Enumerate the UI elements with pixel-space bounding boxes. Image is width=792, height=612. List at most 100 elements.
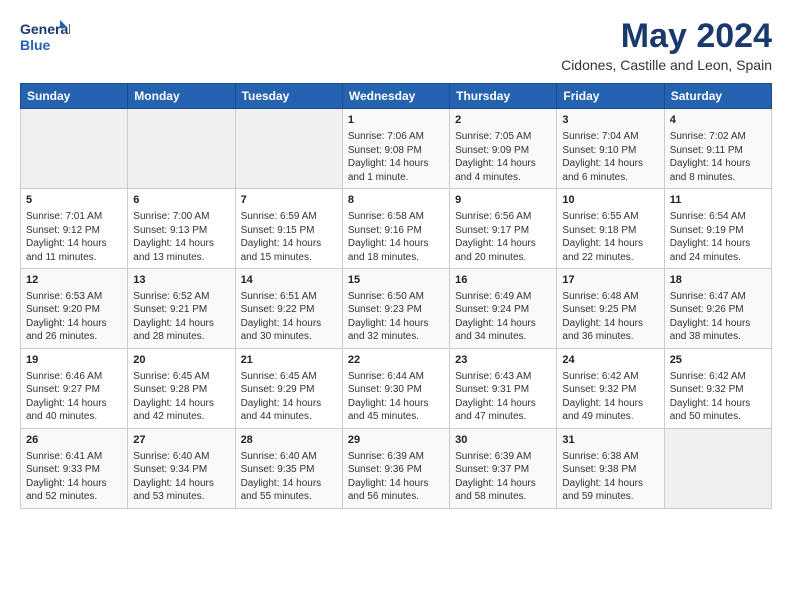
- day-cell: 13Sunrise: 6:52 AMSunset: 9:21 PMDayligh…: [128, 269, 235, 349]
- week-row-3: 12Sunrise: 6:53 AMSunset: 9:20 PMDayligh…: [21, 269, 772, 349]
- info-line: Sunrise: 7:01 AM: [26, 210, 122, 224]
- day-cell: 15Sunrise: 6:50 AMSunset: 9:23 PMDayligh…: [342, 269, 449, 349]
- day-number: 7: [241, 193, 337, 208]
- day-number: 27: [133, 433, 229, 448]
- info-line: Daylight: 14 hours and 55 minutes.: [241, 477, 337, 504]
- day-cell: 6Sunrise: 7:00 AMSunset: 9:13 PMDaylight…: [128, 189, 235, 269]
- day-info: Sunrise: 6:55 AMSunset: 9:18 PMDaylight:…: [562, 210, 658, 264]
- info-line: Daylight: 14 hours and 22 minutes.: [562, 237, 658, 264]
- day-info: Sunrise: 7:05 AMSunset: 9:09 PMDaylight:…: [455, 130, 551, 184]
- info-line: Sunset: 9:09 PM: [455, 144, 551, 158]
- day-cell: 11Sunrise: 6:54 AMSunset: 9:19 PMDayligh…: [664, 189, 771, 269]
- day-number: 14: [241, 273, 337, 288]
- day-cell: 8Sunrise: 6:58 AMSunset: 9:16 PMDaylight…: [342, 189, 449, 269]
- day-cell: 20Sunrise: 6:45 AMSunset: 9:28 PMDayligh…: [128, 348, 235, 428]
- logo-svg: General Blue: [20, 18, 70, 54]
- day-number: 15: [348, 273, 444, 288]
- day-info: Sunrise: 6:39 AMSunset: 9:37 PMDaylight:…: [455, 450, 551, 504]
- info-line: Sunrise: 6:42 AM: [670, 370, 766, 384]
- day-info: Sunrise: 6:44 AMSunset: 9:30 PMDaylight:…: [348, 370, 444, 424]
- day-cell: 7 Sunrise: 6:59 AMSunset: 9:15 PMDaylight…: [235, 189, 342, 269]
- info-line: Sunrise: 6:44 AM: [348, 370, 444, 384]
- day-number: 6: [133, 193, 229, 208]
- info-line: Sunrise: 6:53 AM: [26, 290, 122, 304]
- info-line: Sunrise: 6:58 AM: [348, 210, 444, 224]
- info-line: Sunrise: 6:45 AM: [133, 370, 229, 384]
- day-cell: 28 Sunrise: 6:40 AMSunset: 9:35 PMDayligh…: [235, 428, 342, 508]
- day-cell: 19Sunrise: 6:46 AMSunset: 9:27 PMDayligh…: [21, 348, 128, 428]
- main-title: May 2024: [561, 18, 772, 55]
- day-cell: 30Sunrise: 6:39 AMSunset: 9:37 PMDayligh…: [450, 428, 557, 508]
- day-cell: 29Sunrise: 6:39 AMSunset: 9:36 PMDayligh…: [342, 428, 449, 508]
- day-cell: 5Sunrise: 7:01 AMSunset: 9:12 PMDaylight…: [21, 189, 128, 269]
- day-cell: 14 Sunrise: 6:51 AMSunset: 9:22 PMDayligh…: [235, 269, 342, 349]
- info-line: Sunset: 9:38 PM: [562, 463, 658, 477]
- day-number: 4: [670, 113, 766, 128]
- info-line: Daylight: 14 hours and 56 minutes.: [348, 477, 444, 504]
- info-line: Sunset: 9:29 PM: [241, 383, 337, 397]
- day-info: Sunrise: 6:48 AMSunset: 9:25 PMDaylight:…: [562, 290, 658, 344]
- info-line: Sunset: 9:32 PM: [562, 383, 658, 397]
- info-line: Sunset: 9:16 PM: [348, 224, 444, 238]
- day-number: 31: [562, 433, 658, 448]
- info-line: Sunset: 9:24 PM: [455, 303, 551, 317]
- day-number: 10: [562, 193, 658, 208]
- info-line: Sunrise: 6:40 AM: [241, 450, 337, 464]
- day-number: 16: [455, 273, 551, 288]
- day-number: 24: [562, 353, 658, 368]
- title-block: May 2024 Cidones, Castille and Leon, Spa…: [561, 18, 772, 73]
- calendar-table: SundayMondayTuesdayWednesdayThursdayFrid…: [20, 83, 772, 508]
- logo: General Blue: [20, 18, 70, 54]
- day-number: 17: [562, 273, 658, 288]
- info-line: Sunrise: 6:49 AM: [455, 290, 551, 304]
- info-line: Sunrise: 6:52 AM: [133, 290, 229, 304]
- col-header-tuesday: Tuesday: [235, 84, 342, 109]
- info-line: Sunset: 9:17 PM: [455, 224, 551, 238]
- info-line: Daylight: 14 hours and 13 minutes.: [133, 237, 229, 264]
- info-line: Daylight: 14 hours and 50 minutes.: [670, 397, 766, 424]
- day-cell: [235, 109, 342, 189]
- header-row: SundayMondayTuesdayWednesdayThursdayFrid…: [21, 84, 772, 109]
- info-line: Sunrise: 6:38 AM: [562, 450, 658, 464]
- day-info: Sunrise: 6:40 AMSunset: 9:34 PMDaylight:…: [133, 450, 229, 504]
- day-cell: 24 Sunrise: 6:42 AMSunset: 9:32 PMDayligh…: [557, 348, 664, 428]
- info-line: Sunrise: 6:56 AM: [455, 210, 551, 224]
- info-line: Sunset: 9:10 PM: [562, 144, 658, 158]
- day-cell: 22 Sunrise: 6:44 AMSunset: 9:30 PMDayligh…: [342, 348, 449, 428]
- day-number: 18: [670, 273, 766, 288]
- col-header-sunday: Sunday: [21, 84, 128, 109]
- info-line: Sunrise: 6:45 AM: [241, 370, 337, 384]
- info-line: Daylight: 14 hours and 42 minutes.: [133, 397, 229, 424]
- info-line: Sunset: 9:33 PM: [26, 463, 122, 477]
- col-header-wednesday: Wednesday: [342, 84, 449, 109]
- week-row-4: 19Sunrise: 6:46 AMSunset: 9:27 PMDayligh…: [21, 348, 772, 428]
- info-line: Sunrise: 6:42 AM: [562, 370, 658, 384]
- day-number: 28: [241, 433, 337, 448]
- day-number: 22: [348, 353, 444, 368]
- info-line: Sunset: 9:22 PM: [241, 303, 337, 317]
- info-line: Sunrise: 6:41 AM: [26, 450, 122, 464]
- info-line: Daylight: 14 hours and 49 minutes.: [562, 397, 658, 424]
- info-line: Sunrise: 7:02 AM: [670, 130, 766, 144]
- info-line: Sunset: 9:28 PM: [133, 383, 229, 397]
- day-info: Sunrise: 6:40 AMSunset: 9:35 PMDaylight:…: [241, 450, 337, 504]
- day-info: Sunrise: 6:59 AMSunset: 9:15 PMDaylight:…: [241, 210, 337, 264]
- info-line: Sunset: 9:36 PM: [348, 463, 444, 477]
- info-line: Sunset: 9:19 PM: [670, 224, 766, 238]
- info-line: Sunset: 9:20 PM: [26, 303, 122, 317]
- day-number: 8: [348, 193, 444, 208]
- info-line: Daylight: 14 hours and 34 minutes.: [455, 317, 551, 344]
- day-info: Sunrise: 6:54 AMSunset: 9:19 PMDaylight:…: [670, 210, 766, 264]
- day-info: Sunrise: 6:52 AMSunset: 9:21 PMDaylight:…: [133, 290, 229, 344]
- day-info: Sunrise: 6:51 AMSunset: 9:22 PMDaylight:…: [241, 290, 337, 344]
- day-number: 1: [348, 113, 444, 128]
- info-line: Sunrise: 6:43 AM: [455, 370, 551, 384]
- info-line: Daylight: 14 hours and 30 minutes.: [241, 317, 337, 344]
- col-header-monday: Monday: [128, 84, 235, 109]
- info-line: Daylight: 14 hours and 47 minutes.: [455, 397, 551, 424]
- info-line: Daylight: 14 hours and 15 minutes.: [241, 237, 337, 264]
- day-info: Sunrise: 6:43 AMSunset: 9:31 PMDaylight:…: [455, 370, 551, 424]
- info-line: Sunset: 9:34 PM: [133, 463, 229, 477]
- info-line: Sunrise: 6:50 AM: [348, 290, 444, 304]
- day-number: 3: [562, 113, 658, 128]
